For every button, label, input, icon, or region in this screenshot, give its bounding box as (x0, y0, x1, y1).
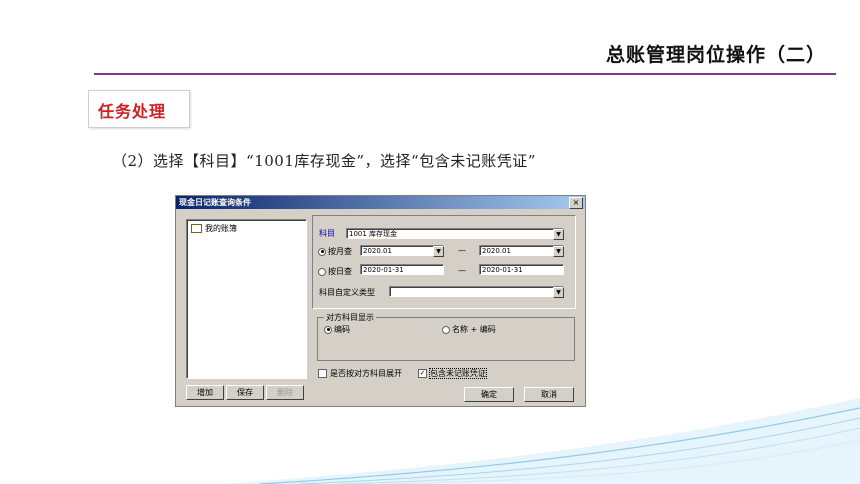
decorative-wave (220, 398, 860, 484)
